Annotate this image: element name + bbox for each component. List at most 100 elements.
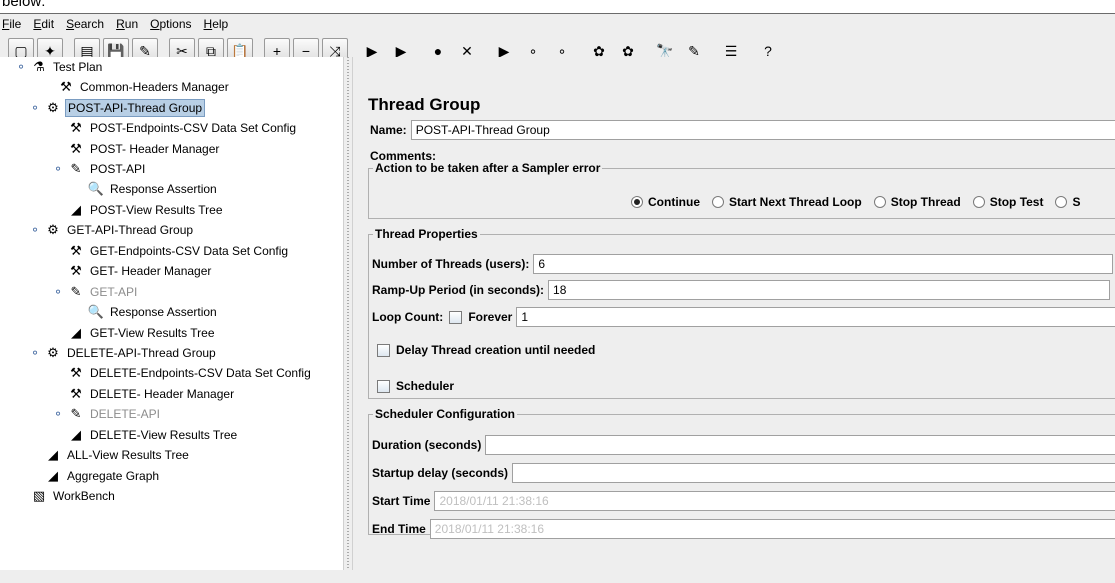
menu-edit[interactable]: Edit (33, 17, 54, 31)
radio-indicator (972, 196, 985, 208)
radio-indicator (1055, 196, 1068, 208)
tree-node[interactable]: 🔍 Response Assertion (73, 179, 219, 199)
tree-node-label: POST-API (90, 162, 146, 176)
tree-node[interactable]: ◢ DELETE-View Results Tree (53, 425, 239, 445)
tree-node[interactable]: ⚬ ⚙ GET-API-Thread Group (30, 220, 195, 240)
delay-row: Delay Thread creation until needed (377, 343, 595, 357)
tree-node-label: ALL-View Results Tree (67, 448, 189, 462)
tree-node[interactable]: ⚒ POST-Endpoints-CSV Data Set Config (53, 118, 298, 138)
loop-row: Loop Count: Forever 1 (372, 307, 1115, 327)
tree-node[interactable]: ⚬ ✎ GET-API (53, 282, 139, 302)
duration-input[interactable] (485, 435, 1115, 455)
tree-node[interactable]: ⚒ POST- Header Manager (53, 139, 221, 159)
tree-node-label: DELETE-API (90, 407, 161, 421)
scheduler-config-group: Scheduler Configuration Duration (second… (368, 407, 1115, 539)
start-time-label: Start Time (372, 494, 431, 508)
gear-icon: ⚙ (47, 222, 59, 237)
tree-node[interactable]: 🔍 Response Assertion (73, 302, 219, 322)
magnifier-icon: 🔍 (87, 181, 105, 196)
menu-options[interactable]: Options (150, 17, 191, 31)
wrench-icon: ⚒ (70, 263, 82, 278)
tree-node[interactable]: ⚒ DELETE-Endpoints-CSV Data Set Config (53, 363, 313, 383)
scheduler-row: Scheduler (377, 379, 454, 393)
tree-node-label: Response Assertion (110, 305, 217, 319)
tree-node-label: POST-API-Thread Group (65, 99, 206, 117)
tree-node[interactable]: ⚬ ✎ POST-API (53, 159, 147, 179)
test-plan-icon: ⚗ (33, 59, 45, 74)
startup-input[interactable] (512, 463, 1115, 483)
radio-start-next-loop[interactable]: Start Next Thread Loop (712, 195, 862, 209)
duration-row: Duration (seconds) (372, 435, 1115, 455)
graph-icon: ◢ (71, 427, 81, 442)
radio-continue[interactable]: Continue (631, 195, 700, 209)
tree-node-label: DELETE- Header Manager (90, 387, 235, 401)
scheduler-checkbox[interactable] (377, 379, 390, 393)
delay-label: Delay Thread creation until needed (396, 343, 596, 357)
menu-help[interactable]: Help (204, 17, 229, 31)
tree-node-label: DELETE-View Results Tree (90, 428, 238, 442)
menu-search[interactable]: Search (66, 17, 104, 31)
radio-stop-test[interactable]: Stop Test (972, 195, 1043, 209)
sampler-error-group: Action to be taken after a Sampler error… (368, 161, 1115, 219)
tree-node[interactable]: ⚬ ⚙ DELETE-API-Thread Group (30, 343, 218, 363)
tree-node[interactable]: ◢ Aggregate Graph (30, 466, 161, 486)
menu-run[interactable]: Run (116, 17, 138, 31)
scheduler-config-legend: Scheduler Configuration (375, 407, 516, 421)
tree-node-label: GET-API (90, 285, 138, 299)
tree-node[interactable]: ⚬ ✎ DELETE-API (53, 404, 162, 424)
rampup-row: Ramp-Up Period (in seconds): 18 (372, 280, 1111, 300)
rampup-input[interactable]: 18 (548, 280, 1111, 300)
wrench-icon: ⚒ (60, 79, 72, 94)
forever-checkbox[interactable] (449, 310, 463, 324)
threads-input[interactable]: 6 (533, 254, 1114, 274)
thread-group-panel: Thread Group Name: POST-API-Thread Group… (353, 57, 1115, 570)
delay-checkbox[interactable] (377, 343, 390, 357)
expand-toggle-icon[interactable]: ⚬ (53, 162, 67, 176)
loop-input[interactable]: 1 (516, 307, 1115, 327)
name-input[interactable]: POST-API-Thread Group (410, 120, 1115, 140)
name-label: Name: (370, 123, 407, 137)
tree-node-label: Common-Headers Manager (80, 80, 229, 94)
expand-toggle-icon[interactable]: ⚬ (16, 60, 30, 74)
tree-node-label: GET-API-Thread Group (67, 223, 194, 237)
duration-label: Duration (seconds) (372, 438, 482, 452)
panel-title: Thread Group (368, 95, 481, 114)
tree-node[interactable]: ⚒ GET- Header Manager (53, 261, 213, 281)
startup-label: Startup delay (seconds) (372, 466, 509, 480)
sampler-error-legend: Action to be taken after a Sampler error (375, 161, 601, 175)
expand-toggle-icon[interactable]: ⚬ (53, 407, 67, 421)
radio-stop-thread[interactable]: Stop Thread (873, 195, 961, 209)
forever-label: Forever (468, 310, 513, 324)
tree-node[interactable]: ⚬ ⚙ POST-API-Thread Group (30, 98, 206, 118)
tree-node-label: POST- Header Manager (90, 142, 220, 156)
tree-node[interactable]: ▧ WorkBench (16, 486, 117, 506)
expand-toggle-icon[interactable]: ⚬ (30, 223, 44, 237)
tree-node-label: POST-Endpoints-CSV Data Set Config (90, 121, 297, 135)
tree-node[interactable]: ◢ POST-View Results Tree (53, 200, 225, 220)
expand-toggle-icon[interactable]: ⚬ (30, 101, 44, 115)
expand-toggle-icon[interactable]: ⚬ (30, 346, 44, 360)
radio-stop-test-now[interactable]: S (1055, 195, 1081, 209)
tree-node[interactable]: ⚬ ⚗ Test Plan (16, 57, 104, 77)
graph-icon: ◢ (48, 468, 58, 483)
thread-properties-legend: Thread Properties (375, 227, 478, 241)
split-pane-divider[interactable] (343, 57, 353, 570)
start-time-input[interactable]: 2018/01/11 21:38:16 (434, 491, 1115, 511)
tree-node[interactable]: ◢ ALL-View Results Tree (30, 445, 191, 465)
tree-node-label: Aggregate Graph (67, 469, 160, 483)
end-time-input[interactable]: 2018/01/11 21:38:16 (429, 519, 1115, 539)
rampup-label: Ramp-Up Period (in seconds): (372, 283, 545, 297)
tree-node[interactable]: ◢ GET-View Results Tree (53, 323, 217, 343)
wrench-icon: ⚒ (70, 141, 82, 156)
pipette-icon: ✎ (70, 161, 82, 176)
menu-file[interactable]: File (2, 17, 21, 31)
tree-node[interactable]: ⚒ DELETE- Header Manager (53, 384, 236, 404)
test-plan-tree: ⚬ ⚗ Test Plan ⚒ Common-Headers Manager ⚬ ⚙ POST… (0, 57, 343, 570)
tree-node-label: GET-View Results Tree (90, 326, 215, 340)
expand-toggle-icon[interactable]: ⚬ (53, 285, 67, 299)
wrench-icon: ⚒ (70, 243, 82, 258)
tree-node[interactable]: ⚒ Common-Headers Manager (43, 77, 231, 97)
tree-node[interactable]: ⚒ GET-Endpoints-CSV Data Set Config (53, 241, 290, 261)
start-time-row: Start Time 2018/01/11 21:38:16 (372, 491, 1115, 511)
threads-label: Number of Threads (users): (372, 257, 530, 271)
